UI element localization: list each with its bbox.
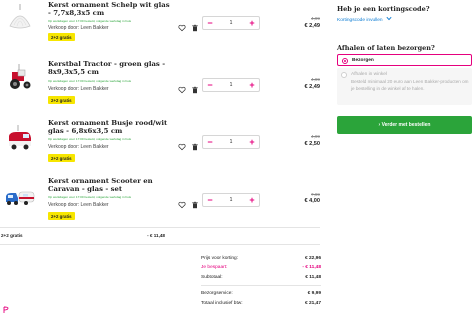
item-title[interactable]: Kerst ornament Scooter en Caravan - glas… bbox=[48, 177, 173, 193]
increase-button[interactable]: + bbox=[245, 136, 259, 148]
increase-button[interactable]: + bbox=[245, 79, 259, 91]
shipping-value: € 9,99 bbox=[307, 291, 321, 296]
saved-label: Je bespaart: bbox=[201, 265, 228, 270]
pickup-option[interactable]: Afhalen in winkel Besteld minimaal 20 eu… bbox=[337, 68, 472, 105]
trash-icon[interactable] bbox=[191, 138, 199, 151]
radio-selected-icon[interactable] bbox=[342, 57, 348, 64]
divider bbox=[0, 227, 320, 228]
current-price: € 2,50 bbox=[304, 141, 320, 147]
pickup-option-label[interactable]: Afhalen in winkel bbox=[351, 72, 387, 77]
item-title[interactable]: Kerstbal Tractor - groen glas - 8x9,3x5,… bbox=[48, 60, 173, 76]
quantity-value[interactable]: 1 bbox=[221, 136, 241, 148]
quantity-value[interactable]: 1 bbox=[221, 17, 241, 29]
promo-badge: 2+2 gratis bbox=[48, 33, 75, 41]
discount-code-link-label[interactable]: Kortingscode invullen bbox=[337, 18, 383, 23]
heart-icon[interactable] bbox=[178, 19, 186, 32]
scooter-caravan-ornament-icon[interactable] bbox=[4, 182, 36, 214]
decrease-button[interactable]: − bbox=[203, 17, 217, 29]
increase-button[interactable]: + bbox=[245, 194, 259, 206]
delivery-option[interactable]: Bezorgen bbox=[337, 54, 472, 66]
current-price: € 2,49 bbox=[304, 84, 320, 90]
divider bbox=[0, 244, 320, 245]
price-before-discount-label: Prijs voor korting: bbox=[201, 256, 239, 261]
item-title[interactable]: Kerst ornament Schelp wit glas - 7,7x8,3… bbox=[48, 1, 173, 17]
chevron-right-icon: › bbox=[378, 122, 381, 128]
feedback-tab[interactable] bbox=[3, 306, 9, 314]
pickup-option-description: Besteld minimaal 20 euro aan Leen Bakker… bbox=[351, 79, 469, 91]
cart-item: Kerst ornament Busje rood/wit glas - 6,8… bbox=[0, 118, 320, 178]
delivery-text: Op werkdagen voor 17:00 besteld, volgend… bbox=[48, 195, 132, 199]
checkout-button-label[interactable]: Verder met bestellen bbox=[382, 122, 431, 128]
discount-code-heading: Heb je een kortingscode? bbox=[337, 5, 430, 13]
saved-value: - € 11,48 bbox=[302, 265, 321, 270]
current-price: € 4,00 bbox=[304, 198, 320, 204]
delivery-text: Op werkdagen voor 17:00 besteld, volgend… bbox=[48, 19, 132, 23]
seller-text: Verkoop door: Leen Bakker bbox=[48, 144, 109, 150]
cart-item: Kerstbal Tractor - groen glas - 8x9,3x5,… bbox=[0, 58, 320, 118]
price-before-discount-value: € 22,96 bbox=[304, 256, 321, 261]
quantity-value[interactable]: 1 bbox=[221, 194, 241, 206]
subtotal-label: Subtotaal: bbox=[201, 275, 223, 280]
trash-icon[interactable] bbox=[191, 81, 199, 94]
shipping-label: Bezorgservice: bbox=[201, 291, 233, 296]
checkout-button[interactable]: › Verder met bestellen bbox=[337, 116, 472, 134]
trash-icon[interactable] bbox=[191, 196, 199, 209]
radio-unselected-icon[interactable] bbox=[341, 72, 347, 78]
current-price: € 2,49 bbox=[304, 23, 320, 29]
quantity-value[interactable]: 1 bbox=[221, 79, 241, 91]
cart-item: Kerst ornament Schelp wit glas - 7,7x8,3… bbox=[0, 0, 320, 60]
old-price: 4,99 bbox=[311, 77, 320, 82]
decrease-button[interactable]: − bbox=[203, 194, 217, 206]
quantity-stepper[interactable]: − 1 + bbox=[202, 16, 260, 30]
trash-icon[interactable] bbox=[191, 19, 199, 32]
shell-ornament-icon[interactable] bbox=[4, 2, 36, 34]
old-price: 4,99 bbox=[311, 16, 320, 21]
delivery-text: Op werkdagen voor 17:00 besteld, volgend… bbox=[48, 137, 132, 141]
old-price: 7,99 bbox=[311, 192, 320, 197]
seller-text: Verkoop door: Leen Bakker bbox=[48, 25, 109, 31]
discount-value: - € 11,48 bbox=[147, 233, 165, 238]
quantity-stepper[interactable]: − 1 + bbox=[202, 135, 260, 149]
promo-badge: 2+2 gratis bbox=[48, 96, 75, 104]
quantity-stepper[interactable]: − 1 + bbox=[202, 193, 260, 207]
chevron-down-icon[interactable] bbox=[386, 16, 392, 23]
quantity-stepper[interactable]: − 1 + bbox=[202, 78, 260, 92]
van-ornament-icon[interactable] bbox=[4, 124, 36, 156]
increase-button[interactable]: + bbox=[245, 17, 259, 29]
heart-icon[interactable] bbox=[178, 196, 186, 209]
heart-icon[interactable] bbox=[178, 81, 186, 94]
delivery-text: Op werkdagen voor 17:00 besteld, volgend… bbox=[48, 79, 132, 83]
seller-text: Verkoop door: Leen Bakker bbox=[48, 202, 109, 208]
total-value: € 21,47 bbox=[304, 301, 321, 306]
old-price: 4,99 bbox=[311, 134, 320, 139]
total-label: Totaal inclusief btw: bbox=[201, 301, 243, 306]
delivery-option-label[interactable]: Bezorgen bbox=[352, 58, 374, 63]
decrease-button[interactable]: − bbox=[203, 79, 217, 91]
heart-icon[interactable] bbox=[178, 138, 186, 151]
seller-text: Verkoop door: Leen Bakker bbox=[48, 86, 109, 92]
promo-badge: 2+2 gratis bbox=[48, 154, 75, 162]
tractor-ornament-icon[interactable] bbox=[4, 62, 36, 94]
promo-badge: 2+2 gratis bbox=[48, 212, 75, 220]
subtotal-value: € 11,48 bbox=[305, 275, 321, 280]
summary-divider bbox=[201, 285, 321, 286]
delivery-method-heading: Afhalen of laten bezorgen? bbox=[337, 44, 435, 52]
decrease-button[interactable]: − bbox=[203, 136, 217, 148]
discount-label: 2+2 gratis bbox=[1, 233, 23, 238]
item-title[interactable]: Kerst ornament Busje rood/wit glas - 6,8… bbox=[48, 119, 173, 135]
discount-code-link[interactable]: Kortingscode invullen bbox=[337, 16, 392, 23]
